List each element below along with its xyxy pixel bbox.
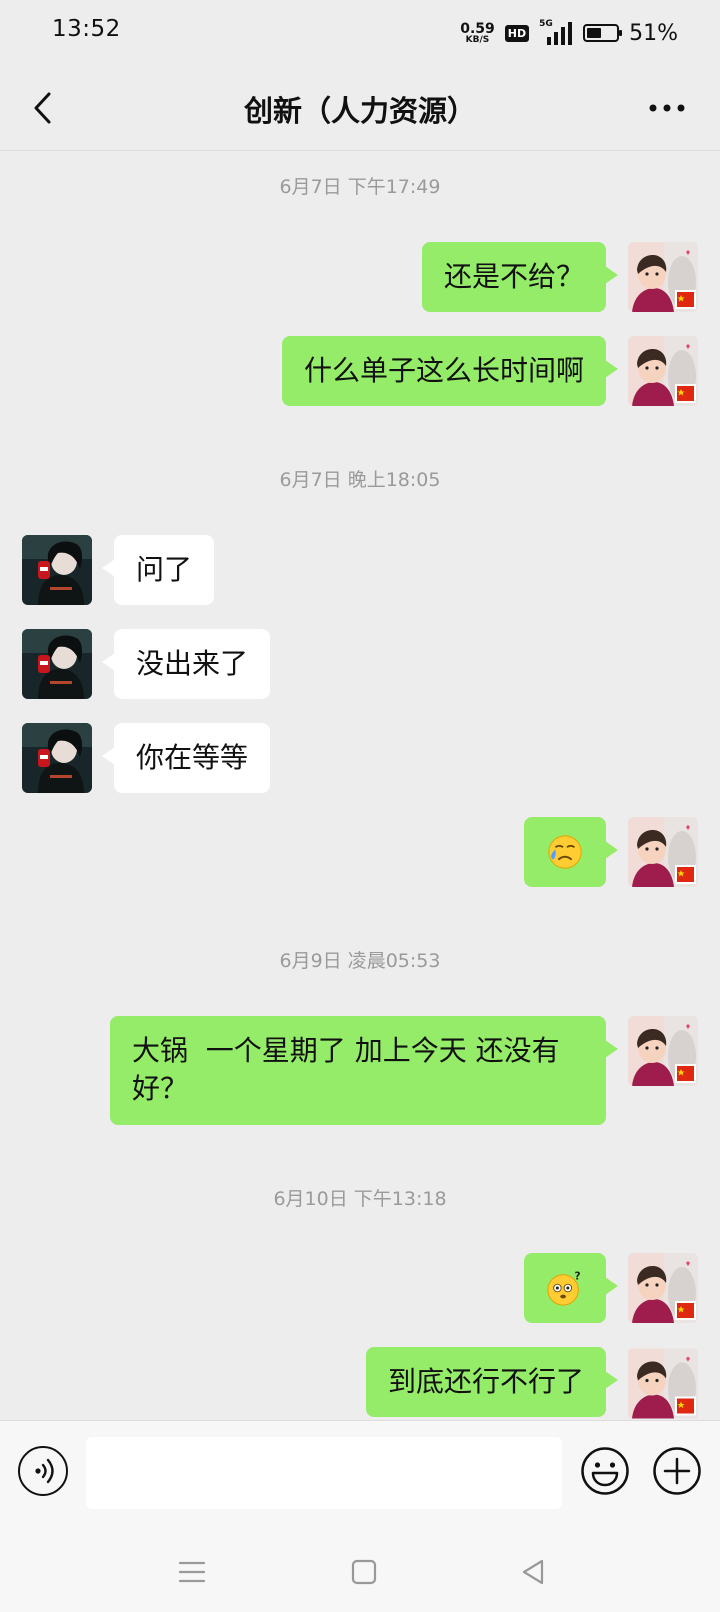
message-bubble-sent[interactable]: 到底还行不行了: [365, 1347, 619, 1417]
confused-emoji-icon: [546, 1269, 584, 1307]
avatar-self[interactable]: [628, 1016, 698, 1086]
emoji-icon: [581, 1447, 629, 1495]
battery-fill: [587, 28, 602, 38]
status-bar: 13:52 0.59 KB/S HD 5G 51%: [0, 0, 720, 66]
network-speed-unit: KB/S: [465, 34, 490, 45]
battery-percent: 51%: [629, 20, 678, 46]
emoji-button[interactable]: [580, 1446, 630, 1496]
chat-title: 创新（人力资源）: [243, 94, 476, 128]
message-input[interactable]: [86, 1437, 562, 1509]
message-bubble-received[interactable]: 你在等等: [101, 723, 271, 793]
avatar-contact[interactable]: [22, 535, 92, 605]
avatar-self[interactable]: [628, 336, 698, 406]
nav-menu-button[interactable]: [170, 1550, 214, 1594]
voice-button[interactable]: [18, 1446, 68, 1496]
hd-icon: HD: [504, 24, 530, 42]
avatar-self[interactable]: [628, 1253, 698, 1323]
more-functions-button[interactable]: [652, 1446, 702, 1496]
timestamp: 6月7日 下午17:49: [279, 176, 441, 198]
input-bar: [0, 1420, 720, 1533]
timestamp: 6月7日 晚上18:05: [279, 469, 441, 491]
network-speed: 0.59 KB/S: [460, 22, 495, 45]
signal-icon: 5G: [539, 19, 573, 45]
message-bubble-received[interactable]: 没出来了: [101, 629, 271, 699]
nav-back-button[interactable]: [512, 1550, 556, 1594]
plus-icon: [653, 1447, 701, 1495]
message-bubble-sent[interactable]: 什么单子这么长时间啊: [281, 336, 619, 406]
avatar-self[interactable]: [628, 242, 698, 312]
avatar-contact[interactable]: [22, 723, 92, 793]
more-button[interactable]: [642, 88, 692, 128]
timestamp: 6月9日 凌晨05:53: [279, 950, 441, 972]
status-time: 13:52: [52, 16, 121, 42]
signal-5g-label: 5G: [539, 19, 553, 29]
status-indicators: 0.59 KB/S HD 5G 51%: [460, 16, 678, 50]
chat-header: 创新（人力资源）: [0, 66, 720, 151]
network-speed-value: 0.59: [460, 20, 495, 37]
menu-icon: [178, 1561, 206, 1583]
back-triangle-icon: [522, 1559, 544, 1585]
home-square-icon: [351, 1559, 377, 1585]
avatar-self[interactable]: [628, 817, 698, 887]
system-nav-bar: [0, 1532, 720, 1612]
avatar-contact[interactable]: [22, 629, 92, 699]
message-bubble-received[interactable]: 问了: [101, 535, 215, 605]
nav-home-button[interactable]: [342, 1550, 386, 1594]
message-bubble-sent-emoji[interactable]: [524, 1253, 618, 1323]
message-bubble-sent-emoji[interactable]: [524, 817, 618, 887]
crying-emoji-icon: [546, 833, 584, 871]
timestamp: 6月10日 下午13:18: [273, 1188, 447, 1210]
voice-icon: [35, 1458, 54, 1484]
message-bubble-sent[interactable]: 还是不给？: [421, 242, 619, 312]
avatar-self[interactable]: [628, 1347, 698, 1420]
battery-icon: [583, 24, 623, 42]
more-dots-icon: [649, 104, 685, 112]
message-bubble-sent[interactable]: 大锅 一个星期了 加上今天 还没有 好？: [110, 1016, 618, 1125]
